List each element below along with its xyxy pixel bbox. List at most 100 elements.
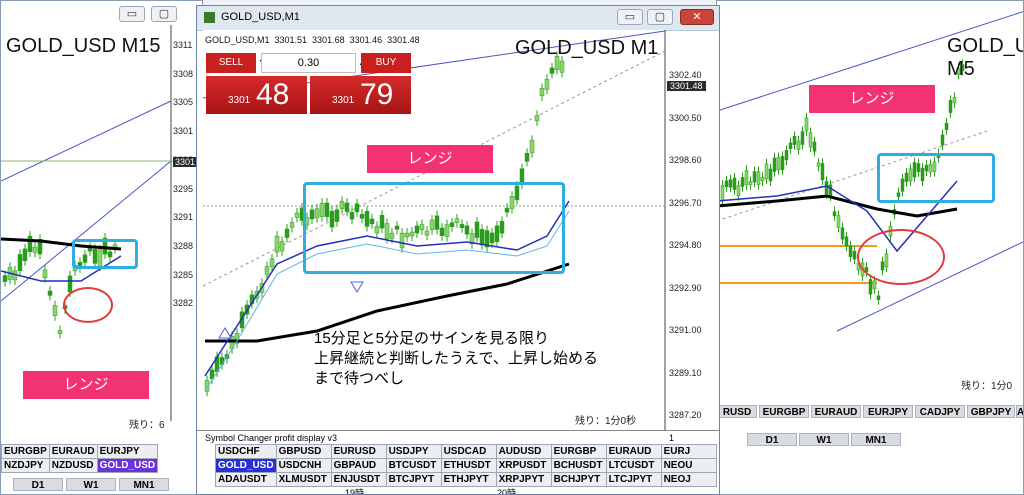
candle bbox=[32, 246, 38, 253]
sell-price-pips: 48 bbox=[256, 78, 290, 111]
candle bbox=[534, 115, 540, 122]
symbol-button[interactable]: USDCNH bbox=[275, 458, 332, 473]
symbol-button[interactable]: USDCAD bbox=[440, 444, 497, 459]
range-box bbox=[877, 153, 995, 203]
one-click-trading-panel: SELL ▼ 0.30 ▲ BUY 3301 48 3301 79 bbox=[206, 52, 411, 114]
symbol-button[interactable]: BCHUSDT bbox=[550, 458, 607, 473]
candle bbox=[732, 177, 737, 190]
symbol-button[interactable]: CADJPY bbox=[915, 405, 965, 418]
symbol-button[interactable]: AUDUSD bbox=[495, 444, 552, 459]
symbol-button[interactable]: EURAUD bbox=[811, 405, 861, 418]
buy-price-pips: 79 bbox=[360, 78, 394, 111]
price-axis-label: 3282 bbox=[173, 298, 194, 309]
time-remaining: 残り：1分0秒 bbox=[575, 416, 637, 427]
symbol-changer-left: EURGBP EURAUD EURJPY NZDJPY NZDUSD GOLD_… bbox=[1, 444, 159, 473]
symbol-button[interactable]: ADAUSDT bbox=[215, 472, 277, 487]
time-label: 19時 bbox=[345, 488, 365, 495]
candle bbox=[800, 131, 805, 145]
symbol-button[interactable]: EURJPY bbox=[863, 405, 913, 418]
buy-price-display[interactable]: 3301 79 bbox=[310, 76, 411, 114]
candle bbox=[840, 227, 845, 240]
price-axis-label: 3294.80 bbox=[669, 240, 702, 250]
candle bbox=[279, 241, 285, 252]
symbol-button[interactable]: XRPUSDT bbox=[495, 458, 552, 473]
symbol-button[interactable]: GBPUSD bbox=[275, 444, 332, 459]
time-label: 20時 bbox=[497, 488, 517, 495]
tf-d1-button[interactable]: D1 bbox=[747, 433, 797, 446]
ohlc-header: GOLD_USD,M1 3301.51 3301.68 3301.46 3301… bbox=[205, 35, 420, 45]
symbol-button[interactable]: ETHUSDT bbox=[440, 458, 497, 473]
candle bbox=[828, 184, 833, 197]
symbol-changer-grid: USDCHF GBPUSD EURUSD USDJPY USDCAD AUDUSD EURG… bbox=[215, 444, 717, 487]
candle bbox=[788, 142, 793, 149]
price-axis-label: 3291.00 bbox=[669, 325, 702, 335]
symbol-button[interactable]: EURAUD bbox=[605, 444, 662, 459]
tf-w1-button[interactable]: W1 bbox=[799, 433, 849, 446]
price-axis-label: 3292.90 bbox=[669, 282, 702, 293]
symbol-button[interactable]: EURGBP bbox=[1, 444, 50, 459]
candle bbox=[529, 140, 535, 153]
symbol-button[interactable]: EURUSD bbox=[330, 444, 387, 459]
symbol-button[interactable]: ENJUSDT bbox=[330, 472, 387, 487]
symbol-button[interactable]: NZDJPY bbox=[1, 458, 50, 473]
sell-button[interactable]: SELL bbox=[206, 53, 256, 73]
candle bbox=[724, 180, 729, 188]
symbol-button[interactable]: ETHJPYT bbox=[440, 472, 497, 487]
symbol-button[interactable]: EURJPY bbox=[96, 444, 159, 459]
price-axis-label: 3305 bbox=[173, 97, 194, 108]
symbol-button[interactable]: AU bbox=[1016, 405, 1023, 418]
tf-w1-button[interactable]: W1 bbox=[66, 478, 116, 491]
symbol-button[interactable]: EURGBP bbox=[550, 444, 607, 459]
price-axis-label: 3289.10 bbox=[669, 367, 702, 378]
symbol-button[interactable]: LTCJPYT bbox=[605, 472, 662, 487]
lot-size-input[interactable]: 0.30 bbox=[261, 53, 356, 73]
candle bbox=[736, 185, 741, 197]
symbol-button[interactable]: USDJPY bbox=[385, 444, 442, 459]
symbol-button[interactable]: EURAUD bbox=[48, 444, 98, 459]
range-label: レンジ bbox=[23, 371, 149, 399]
price-axis-label: 3298.60 bbox=[669, 155, 702, 165]
symbol-button[interactable]: NEOJ bbox=[660, 472, 717, 487]
candle bbox=[808, 132, 813, 148]
symbol-button[interactable]: GBPJPY bbox=[967, 405, 1015, 418]
sell-price-display[interactable]: 3301 48 bbox=[206, 76, 307, 114]
symbol-button[interactable]: GOLD_USD bbox=[215, 458, 277, 473]
symbol-button[interactable]: NEOU bbox=[660, 458, 717, 473]
sell-price-prefix: 3301 bbox=[228, 95, 251, 106]
channel-line bbox=[1, 100, 172, 182]
symbol-button[interactable]: BTCJPYT bbox=[385, 472, 442, 487]
symbol-button[interactable]: EURJ bbox=[660, 444, 717, 459]
candle bbox=[27, 235, 33, 252]
symbol-button[interactable]: GBPAUD bbox=[330, 458, 387, 473]
candle bbox=[792, 136, 797, 145]
candle bbox=[848, 245, 853, 258]
tf-mn1-button[interactable]: MN1 bbox=[851, 433, 901, 446]
symbol-button-active[interactable]: GOLD_USD bbox=[96, 458, 159, 473]
candle bbox=[67, 275, 73, 293]
buy-button[interactable]: BUY bbox=[361, 53, 411, 73]
range-box bbox=[303, 182, 565, 274]
current-price-tag: 3301.48 bbox=[667, 81, 706, 91]
symbol-button[interactable]: USDCHF bbox=[215, 444, 277, 459]
symbol-button[interactable]: RUSD bbox=[717, 405, 757, 418]
symbol-button[interactable]: BTCUSDT bbox=[385, 458, 442, 473]
signal-circle bbox=[63, 287, 113, 323]
price-axis-label: 3288 bbox=[173, 240, 194, 251]
symbol-button[interactable]: NZDUSD bbox=[48, 458, 98, 473]
symbol-button[interactable]: EURGBP bbox=[759, 405, 809, 418]
candle bbox=[872, 280, 877, 290]
tf-mn1-button[interactable]: MN1 bbox=[119, 478, 169, 491]
chart-symbol-title: GOLD_USD M15 bbox=[6, 35, 161, 57]
candle bbox=[868, 279, 873, 295]
symbol-button[interactable]: XRPJPYT bbox=[495, 472, 552, 487]
candle bbox=[948, 100, 953, 113]
candle bbox=[812, 141, 817, 152]
price-axis-label: 3311 bbox=[173, 40, 193, 50]
symbol-button[interactable]: BCHJPYT bbox=[550, 472, 607, 487]
candle bbox=[559, 60, 565, 73]
symbol-button[interactable]: LTCUSDT bbox=[605, 458, 662, 473]
tf-d1-button[interactable]: D1 bbox=[13, 478, 63, 491]
candle bbox=[289, 222, 295, 228]
candle bbox=[764, 163, 769, 180]
symbol-button[interactable]: XLMUSDT bbox=[275, 472, 332, 487]
